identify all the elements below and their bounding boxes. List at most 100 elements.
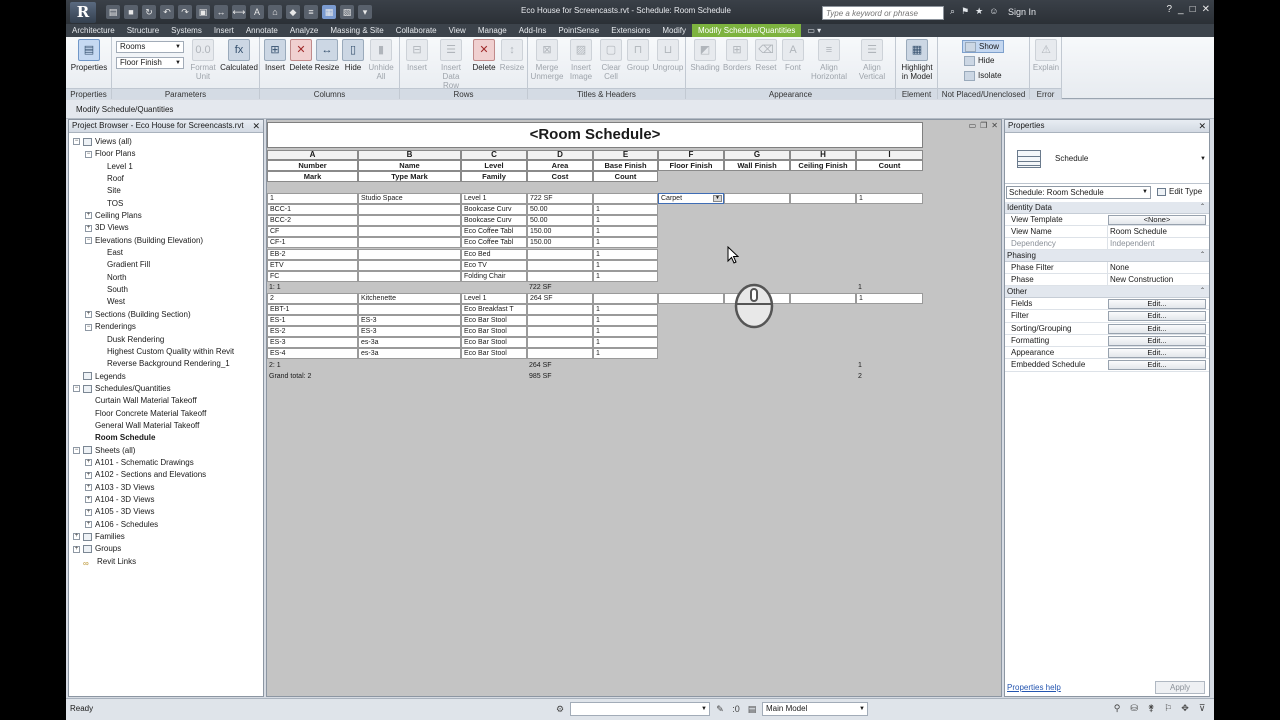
item-row-cell[interactable] <box>358 226 461 238</box>
collapse-icon[interactable]: ⌃ <box>1200 202 1205 213</box>
item-row-cell[interactable]: 1 <box>593 248 658 260</box>
instance-filter-dropdown[interactable]: Schedule: Room Schedule ▼ <box>1006 186 1151 199</box>
edit-type-button[interactable]: Edit Type <box>1157 186 1202 198</box>
collapse-icon[interactable]: ⌃ <box>1200 286 1205 297</box>
expand-icon[interactable]: + <box>85 508 92 516</box>
item-row-cell[interactable]: 1 <box>593 337 658 349</box>
item-row-cell[interactable] <box>358 270 461 282</box>
item-row-cell[interactable]: Eco Coffee Tabl <box>461 226 527 238</box>
item-row-cell[interactable]: 50.00 <box>527 204 593 216</box>
tab-systems[interactable]: Systems <box>165 24 208 37</box>
apply-button[interactable]: Apply <box>1155 681 1205 694</box>
binoculars-icon[interactable]: ⌕ <box>950 6 955 17</box>
item-row-cell[interactable] <box>527 326 593 338</box>
tree-node[interactable]: Floor Concrete Material Takeoff <box>69 408 263 420</box>
item-row-cell[interactable]: CF-1 <box>267 237 358 249</box>
expand-icon[interactable]: + <box>73 545 80 553</box>
tree-node[interactable]: North <box>69 272 263 284</box>
filter-icon[interactable]: ⊽ <box>1196 702 1208 714</box>
tab-architecture[interactable]: Architecture <box>66 24 121 37</box>
tab-view[interactable]: View <box>443 24 472 37</box>
item-row-cell[interactable]: EBT-1 <box>267 304 358 315</box>
restore-icon[interactable]: ❐ <box>980 121 987 130</box>
close-hidden-icon[interactable]: ▧ <box>340 5 354 19</box>
collapse-icon[interactable]: ⌃ <box>1200 250 1205 261</box>
column-letter[interactable]: G <box>724 150 790 160</box>
collapse-icon[interactable]: − <box>73 138 80 146</box>
room-row-cell[interactable]: Level 1 <box>461 193 527 204</box>
item-row-cell[interactable]: 1 <box>593 215 658 227</box>
collapse-icon[interactable]: − <box>85 150 92 158</box>
dimension-icon[interactable]: ⟷ <box>232 5 246 19</box>
isolate-button[interactable]: Isolate <box>962 70 1004 83</box>
item-row-cell[interactable]: 150.00 <box>527 226 593 238</box>
hide-button[interactable]: Hide <box>962 55 1004 68</box>
property-edit-button[interactable]: Edit... <box>1108 335 1206 346</box>
tab-insert[interactable]: Insert <box>208 24 240 37</box>
item-row-cell[interactable]: es-3a <box>358 337 461 349</box>
minimize-icon[interactable]: _ <box>1178 4 1184 15</box>
item-row-cell[interactable]: 1 <box>593 326 658 338</box>
collapse-icon[interactable]: − <box>85 237 92 245</box>
workset-dropdown[interactable]: ▼ <box>570 702 710 716</box>
tab-massing-site[interactable]: Massing & Site <box>324 24 389 37</box>
merge-unmerge-button[interactable]: ⊠ Merge Unmerge <box>530 39 564 81</box>
select-pinned-icon[interactable]: ⚵ <box>1145 702 1157 714</box>
property-value[interactable]: None <box>1107 261 1207 274</box>
item-row-cell[interactable] <box>527 259 593 271</box>
open-icon[interactable]: ▤ <box>106 5 120 19</box>
collapse-icon[interactable]: − <box>73 446 80 454</box>
parameter-field-dropdown[interactable]: Floor Finish ▼ <box>116 57 184 69</box>
tab-annotate[interactable]: Annotate <box>240 24 284 37</box>
tab-structure[interactable]: Structure <box>121 24 165 37</box>
item-row-cell[interactable]: ES-1 <box>267 315 358 327</box>
item-row-cell[interactable]: 1 <box>593 315 658 327</box>
item-row-cell[interactable]: 1 <box>593 270 658 282</box>
tree-node[interactable]: − Floor Plans <box>69 148 263 160</box>
item-row-cell[interactable]: 1 <box>593 304 658 315</box>
column-letter[interactable]: I <box>856 150 923 160</box>
item-row-cell[interactable]: FC <box>267 270 358 282</box>
insert-row-button[interactable]: ⊟ Insert <box>402 39 432 72</box>
schedule-title[interactable]: <Room Schedule> <box>267 122 923 148</box>
item-row-cell[interactable]: BCC-2 <box>267 215 358 227</box>
room-row-cell[interactable]: Studio Space <box>358 193 461 204</box>
item-row-cell[interactable]: Eco Bar Stool <box>461 315 527 327</box>
tab-manage[interactable]: Manage <box>472 24 513 37</box>
item-row-cell[interactable]: 150.00 <box>527 237 593 249</box>
room-row-cell[interactable]: Carpet ▼ <box>658 193 724 204</box>
design-options-icon[interactable]: ▤ <box>746 703 758 715</box>
reset-button[interactable]: ⌫ Reset <box>752 39 780 72</box>
item-row-cell[interactable]: es-3a <box>358 348 461 360</box>
tab-modify-schedule-quantities[interactable]: Modify Schedule/Quantities <box>691 24 802 37</box>
item-row-cell[interactable]: ES-3 <box>267 337 358 349</box>
drag-elements-icon[interactable]: ✥ <box>1179 702 1191 714</box>
property-category[interactable]: Identity Data ⌃ <box>1005 202 1209 214</box>
item-row-cell[interactable] <box>358 304 461 315</box>
item-row-cell[interactable]: EB-2 <box>267 248 358 260</box>
tree-node[interactable]: Highest Custom Quality within Revit <box>69 346 263 358</box>
tree-node[interactable]: Level 1 <box>69 161 263 173</box>
shading-button[interactable]: ◩ Shading <box>688 39 722 72</box>
tree-node[interactable]: + Sections (Building Section) <box>69 309 263 321</box>
type-selector[interactable]: Schedule ▼ <box>1005 134 1209 184</box>
item-row-cell[interactable]: 1 <box>593 226 658 238</box>
tree-node[interactable]: − Renderings <box>69 321 263 333</box>
room-row-cell[interactable] <box>658 292 724 304</box>
item-row-cell[interactable]: 1 <box>593 204 658 216</box>
tree-node[interactable]: General Wall Material Takeoff <box>69 420 263 432</box>
close-icon[interactable]: ✕ <box>252 120 260 132</box>
item-row-cell[interactable]: Bookcase Curv <box>461 204 527 216</box>
section-icon[interactable]: ◆ <box>286 5 300 19</box>
column-header[interactable]: Wall Finish <box>724 160 790 171</box>
expand-icon[interactable]: + <box>85 459 92 467</box>
align-vertical-button[interactable]: ☰ Align Vertical <box>852 39 892 81</box>
sync-icon[interactable]: ↻ <box>142 5 156 19</box>
item-row-cell[interactable] <box>527 270 593 282</box>
room-row-cell[interactable] <box>593 193 658 204</box>
room-row-cell[interactable] <box>593 292 658 304</box>
minimize-icon[interactable]: ▭ <box>969 121 977 130</box>
tree-node[interactable]: South <box>69 284 263 296</box>
item-row-cell[interactable]: ES-3 <box>358 326 461 338</box>
maximize-icon[interactable]: □ <box>1190 4 1196 15</box>
